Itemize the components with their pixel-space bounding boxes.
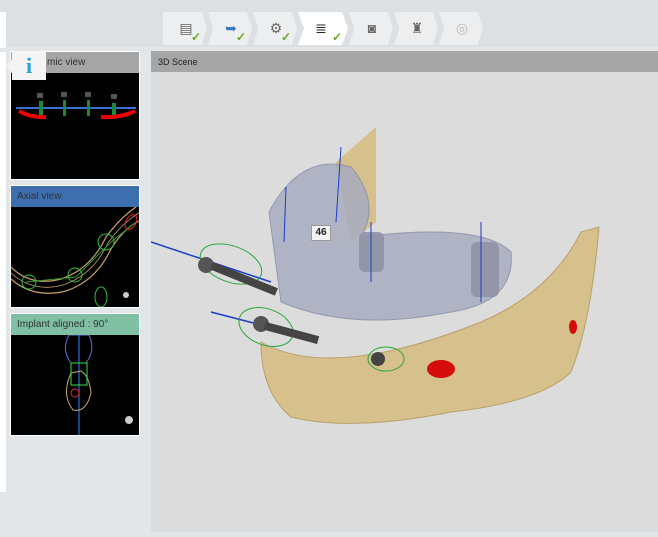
check-icon: ✓ xyxy=(235,30,246,44)
panoramic-image xyxy=(16,92,136,120)
step-sleeve[interactable]: ◙ xyxy=(349,12,393,45)
implant-cross-section-image xyxy=(65,335,133,435)
orientation-cube-icon xyxy=(123,292,129,298)
info-icon[interactable]: i xyxy=(6,51,46,80)
implant-aligned-title: Implant aligned : 90° xyxy=(11,314,139,335)
implant-aligned-panel[interactable]: Implant aligned : 90° xyxy=(10,313,140,436)
3d-jaw-model[interactable] xyxy=(150,72,658,532)
axial-view-title: Axial view xyxy=(11,186,139,207)
report-icon: ♜ xyxy=(410,19,424,36)
side-strip xyxy=(0,52,6,492)
check-icon: ✓ xyxy=(280,30,291,44)
step-report[interactable]: ♜ xyxy=(394,12,438,45)
workflow-steps: ▤ ✓ ➥ ✓ ⚙ ✓ ≣ ✓ ◙ ♜ ◎ xyxy=(163,12,484,45)
left-strip xyxy=(0,12,6,48)
orientation-figure-icon xyxy=(125,416,133,424)
check-icon: ✓ xyxy=(190,30,201,44)
3d-scene-panel[interactable]: 3D Scene 46 xyxy=(150,51,658,532)
step-segmentation[interactable]: ⚙ ✓ xyxy=(253,12,297,45)
tooth-number-label[interactable]: 46 xyxy=(311,225,331,241)
axial-image xyxy=(11,207,139,307)
sleeve-icon: ◙ xyxy=(367,20,377,36)
3d-scene-title: 3D Scene xyxy=(151,51,658,72)
step-import[interactable]: ➥ ✓ xyxy=(208,12,252,45)
implant-screw-icon: ≣ xyxy=(315,19,327,36)
axial-view-panel[interactable]: Axial view xyxy=(10,185,140,308)
step-export-disc[interactable]: ◎ xyxy=(439,12,483,45)
disc-icon: ◎ xyxy=(455,19,469,36)
step-patient-data[interactable]: ▤ ✓ xyxy=(163,12,207,45)
step-implant-planning[interactable]: ≣ ✓ xyxy=(298,12,348,45)
check-icon: ✓ xyxy=(331,30,342,44)
